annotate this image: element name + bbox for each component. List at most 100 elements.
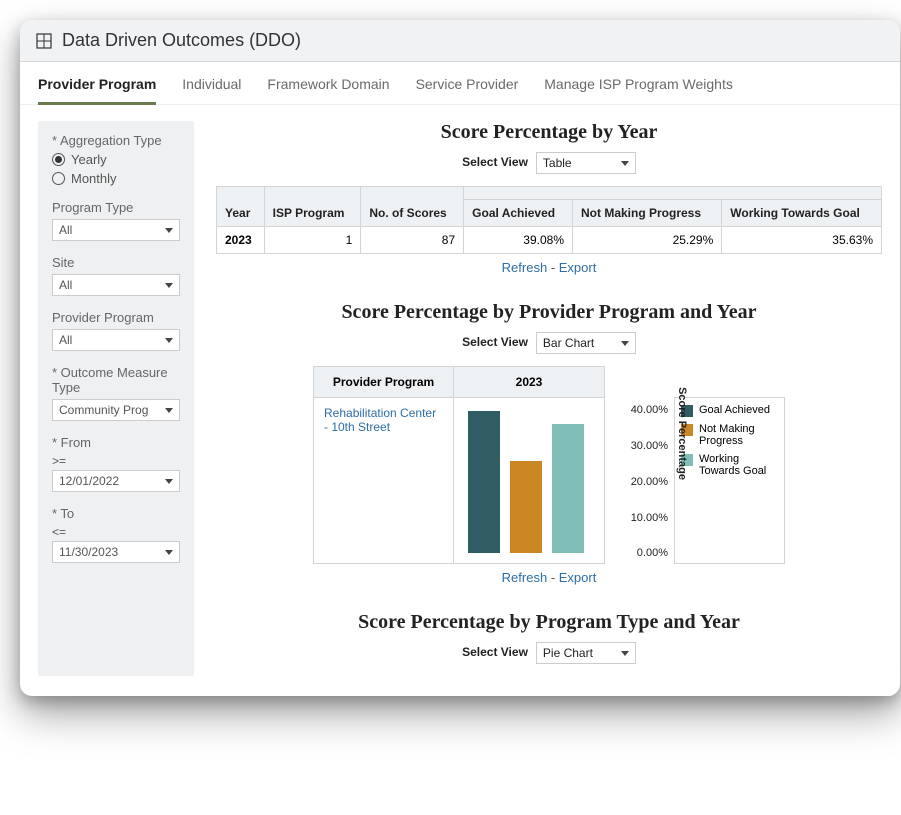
tab-service-provider[interactable]: Service Provider [416, 76, 519, 104]
bar-not-making-progress [510, 461, 542, 553]
score-by-year-table: Year ISP Program No. of Scores Goal Achi… [216, 186, 882, 254]
view-select[interactable]: Pie Chart [536, 642, 636, 664]
col-isp: ISP Program [264, 187, 361, 227]
chevron-down-icon [621, 161, 629, 166]
export-link[interactable]: Export [559, 570, 597, 585]
view-label: Select View [462, 335, 528, 349]
section-score-by-provider: Score Percentage by Provider Program and… [216, 301, 882, 585]
select-value: All [59, 223, 72, 237]
section-title: Score Percentage by Program Type and Yea… [216, 611, 882, 634]
export-link[interactable]: Export [559, 260, 597, 275]
radio-monthly[interactable]: Monthly [52, 171, 180, 186]
bar-chart-table: Provider Program 2023 Rehabilitation Cen… [313, 366, 785, 564]
site-select[interactable]: All [52, 274, 180, 296]
select-value: Community Prog [59, 403, 148, 417]
view-selector-row: Select View Pie Chart [216, 640, 882, 664]
section-score-by-program-type: Score Percentage by Program Type and Yea… [216, 611, 882, 664]
select-value: All [59, 278, 72, 292]
action-links: Refresh - Export [216, 260, 882, 275]
bar-goal-achieved [468, 411, 500, 553]
chevron-down-icon [165, 338, 173, 343]
bar-chart [468, 408, 592, 553]
radio-yearly[interactable]: Yearly [52, 152, 180, 167]
chevron-down-icon [621, 651, 629, 656]
cell-wtg: 35.63% [722, 227, 882, 254]
from-operator: >= [52, 454, 180, 468]
select-value: Bar Chart [543, 336, 594, 350]
axis-title: Score Percentage [676, 387, 688, 480]
to-date-select[interactable]: 11/30/2023 [52, 541, 180, 563]
titlebar: Data Driven Outcomes (DDO) [20, 20, 900, 62]
col-not-making-progress: Not Making Progress [573, 200, 722, 227]
tabs: Provider Program Individual Framework Do… [20, 62, 900, 105]
tick: 0.00% [637, 547, 668, 559]
chevron-down-icon [165, 408, 173, 413]
view-selector-row: Select View Bar Chart [216, 330, 882, 354]
legend-item: Not Making Progress [681, 423, 778, 447]
select-value: 11/30/2023 [59, 545, 118, 559]
view-select[interactable]: Table [536, 152, 636, 174]
program-type-select[interactable]: All [52, 219, 180, 241]
refresh-link[interactable]: Refresh [502, 570, 548, 585]
from-date-select[interactable]: 12/01/2022 [52, 470, 180, 492]
view-select[interactable]: Bar Chart [536, 332, 636, 354]
tick: 40.00% [631, 404, 668, 416]
outcome-measure-select[interactable]: Community Prog [52, 399, 180, 421]
tick: 10.00% [631, 512, 668, 524]
outcome-measure-label: * Outcome Measure Type [52, 365, 180, 395]
legend-label: Working Towards Goal [699, 453, 778, 477]
radio-icon [52, 172, 65, 185]
cell-isp: 1 [264, 227, 361, 254]
app-icon [36, 33, 52, 49]
col-year: 2023 [454, 367, 605, 398]
site-label: Site [52, 255, 180, 270]
filter-sidebar: * Aggregation Type Yearly Monthly Progra… [38, 121, 194, 676]
legend: Goal Achieved Not Making Progress Workin… [675, 398, 785, 564]
section-score-by-year: Score Percentage by Year Select View Tab… [216, 121, 882, 275]
provider-program-label: Provider Program [52, 310, 180, 325]
provider-program-select[interactable]: All [52, 329, 180, 351]
tab-individual[interactable]: Individual [182, 76, 241, 104]
col-goal-achieved: Goal Achieved [464, 200, 573, 227]
legend-item: Working Towards Goal [681, 453, 778, 477]
col-working-towards-goal: Working Towards Goal [722, 200, 882, 227]
chevron-down-icon [621, 341, 629, 346]
chevron-down-icon [165, 283, 173, 288]
view-label: Select View [462, 155, 528, 169]
to-operator: <= [52, 525, 180, 539]
radio-label: Monthly [71, 171, 117, 186]
col-provider: Provider Program [314, 367, 454, 398]
chevron-down-icon [165, 550, 173, 555]
to-label: * To [52, 506, 180, 521]
program-type-label: Program Type [52, 200, 180, 215]
action-links: Refresh - Export [216, 570, 882, 585]
refresh-link[interactable]: Refresh [502, 260, 548, 275]
select-value: All [59, 333, 72, 347]
tab-manage-isp-weights[interactable]: Manage ISP Program Weights [544, 76, 733, 104]
col-group-blank [464, 187, 882, 200]
select-value: 12/01/2022 [59, 474, 119, 488]
select-value: Pie Chart [543, 646, 593, 660]
aggregation-type-label: * Aggregation Type [52, 133, 180, 148]
tick: 30.00% [631, 440, 668, 452]
cell-scores: 87 [361, 227, 464, 254]
window: Data Driven Outcomes (DDO) Provider Prog… [20, 20, 900, 696]
from-label: * From [52, 435, 180, 450]
section-title: Score Percentage by Year [216, 121, 882, 144]
radio-icon [52, 153, 65, 166]
cell-ga: 39.08% [464, 227, 573, 254]
separator: - [551, 570, 559, 585]
y-axis: 40.00% 30.00% 20.00% 10.00% 0.00% Score … [605, 398, 675, 564]
col-scores: No. of Scores [361, 187, 464, 227]
provider-name-cell[interactable]: Rehabilitation Center - 10th Street [314, 398, 454, 564]
legend-item: Goal Achieved [681, 404, 778, 417]
tab-provider-program[interactable]: Provider Program [38, 76, 156, 105]
bar-chart-cell [454, 398, 605, 564]
radio-label: Yearly [71, 152, 107, 167]
cell-year: 2023 [217, 227, 265, 254]
table-row: 2023 1 87 39.08% 25.29% 35.63% [217, 227, 882, 254]
chevron-down-icon [165, 228, 173, 233]
legend-label: Goal Achieved [699, 404, 770, 416]
tab-framework-domain[interactable]: Framework Domain [267, 76, 389, 104]
tick: 20.00% [631, 476, 668, 488]
